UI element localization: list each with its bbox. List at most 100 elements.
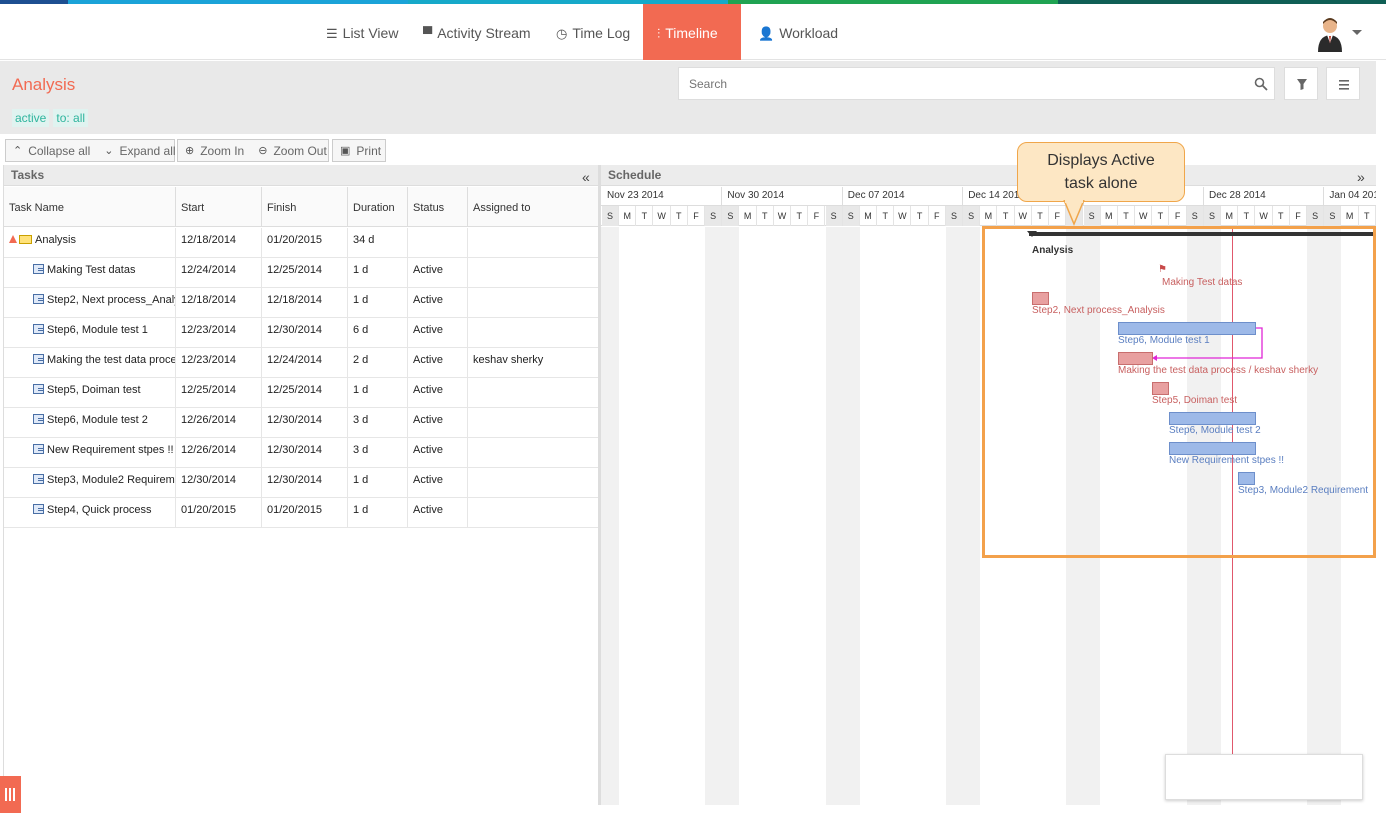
timeline-icon: ⫶	[657, 26, 661, 41]
day-label: M	[619, 206, 637, 226]
start-text: 12/18/2014	[181, 234, 237, 246]
cell-duration: 6 d	[348, 318, 408, 348]
filter-tag-assignee[interactable]: to: all	[53, 109, 89, 127]
collapse-toggle-icon[interactable]	[9, 235, 17, 243]
table-row[interactable]: Making Test datas 12/24/2014 12/25/2014 1 d…	[4, 258, 599, 288]
cell-name: Step6, Module test 2	[4, 408, 176, 438]
table-row[interactable]: Step6, Module test 2 12/26/2014 12/30/2014…	[4, 408, 599, 438]
cell-assigned	[468, 438, 599, 468]
column-header-duration[interactable]: Duration	[348, 187, 408, 227]
name-text: Step4, Quick process	[47, 504, 152, 516]
expand-panel-icon[interactable]: »	[1357, 169, 1365, 185]
finish-text: 01/20/2015	[267, 234, 323, 246]
cell-finish: 12/18/2014	[262, 288, 348, 318]
search-input[interactable]	[678, 67, 1275, 100]
column-header-start[interactable]: Start	[176, 187, 262, 227]
clock-icon: ◷	[556, 26, 568, 41]
duration-text: 3 d	[353, 444, 369, 456]
task-icon	[33, 354, 44, 364]
cell-status	[408, 228, 468, 258]
nav-timeline[interactable]: ⫶ Timeline	[643, 4, 741, 60]
filter-tag-status[interactable]: active	[12, 109, 50, 127]
cell-name: New Requirement stpes !!	[4, 438, 176, 468]
weekend-band	[825, 227, 860, 805]
collapse-all-button[interactable]: ⌃ Collapse all	[6, 144, 97, 158]
filter-button[interactable]	[1284, 67, 1318, 100]
table-row[interactable]: Step2, Next process_Analysis 12/18/2014 12…	[4, 288, 599, 318]
cell-duration: 34 d	[348, 228, 408, 258]
expand-all-button[interactable]: ⌄ Expand all	[97, 144, 182, 158]
side-menu-button[interactable]	[0, 776, 21, 813]
top-navigation: ☰ List View ▀ Activity Stream ◷ Time Log ⫶ T…	[0, 4, 1386, 60]
column-header-status[interactable]: Status	[408, 187, 468, 227]
floating-panel	[1165, 754, 1363, 800]
collapse-expand-group: ⌃ Collapse all ⌄ Expand all	[5, 139, 176, 162]
expand-all-label: Expand all	[119, 143, 176, 158]
table-row[interactable]: Step4, Quick process 01/20/2015 01/20/2015…	[4, 498, 599, 528]
cell-start: 01/20/2015	[176, 498, 262, 528]
column-header-assigned-to[interactable]: Assigned to	[468, 187, 599, 227]
collapse-all-label: Collapse all	[28, 143, 91, 158]
chevron-up-icon: ⌃	[13, 145, 23, 157]
assigned-text: keshav sherky	[473, 354, 544, 366]
finish-text: 12/30/2014	[267, 444, 323, 456]
table-row[interactable]: Step3, Module2 Requirement 12/30/2014 12/3…	[4, 468, 599, 498]
cell-start: 12/25/2014	[176, 378, 262, 408]
week-header-row: Nov 23 2014 Nov 30 2014 Dec 07 2014 Dec 14 …	[601, 187, 1376, 206]
day-label: F	[929, 206, 946, 226]
day-label: T	[1118, 206, 1135, 226]
tasks-panel-title: Tasks	[4, 165, 599, 186]
name-text: Step6, Module test 1	[47, 324, 148, 336]
avatar[interactable]	[1316, 16, 1344, 52]
cell-status: Active	[408, 408, 468, 438]
cell-finish: 01/20/2015	[262, 228, 348, 258]
status-text: Active	[413, 264, 443, 276]
table-row[interactable]: Step6, Module test 1 12/23/2014 12/30/2014…	[4, 318, 599, 348]
chevron-down-icon[interactable]	[1352, 30, 1362, 35]
day-label: T	[1238, 206, 1256, 226]
duration-text: 1 d	[353, 504, 369, 516]
print-button[interactable]: ▣ Print	[333, 144, 388, 158]
table-row[interactable]: Making the test data process 12/23/2014 12…	[4, 348, 599, 378]
column-header-task-name[interactable]: Task Name	[4, 187, 176, 227]
duration-text: 34 d	[353, 234, 375, 246]
cell-start: 12/18/2014	[176, 228, 262, 258]
page-title: Analysis	[12, 75, 76, 94]
collapse-panel-icon[interactable]: «	[582, 169, 590, 185]
day-header-row: SMTWTFSSMTWTFSSMTWTFSSMTWTFSSMTWTFSSMTWT…	[601, 206, 1376, 226]
zoom-out-button[interactable]: ⊖ Zoom Out	[251, 144, 334, 158]
start-text: 12/25/2014	[181, 384, 237, 396]
day-label: T	[1273, 206, 1290, 226]
zoom-in-button[interactable]: ⊕ Zoom In	[178, 144, 251, 158]
table-row[interactable]: Step5, Doiman test 12/25/2014 12/25/2014 1 …	[4, 378, 599, 408]
name-text: Step6, Module test 2	[47, 414, 148, 426]
finish-text: 12/30/2014	[267, 324, 323, 336]
name-text: Making the test data process	[47, 354, 176, 366]
day-label: F	[688, 206, 705, 226]
duration-text: 1 d	[353, 474, 369, 486]
search-icon[interactable]	[1254, 77, 1268, 91]
nav-time-log[interactable]: ◷ Time Log	[542, 4, 644, 60]
cell-duration: 2 d	[348, 348, 408, 378]
column-header-finish[interactable]: Finish	[262, 187, 348, 227]
finish-text: 12/18/2014	[267, 294, 323, 306]
funnel-icon	[1297, 79, 1307, 90]
cell-name: Step2, Next process_Analysis	[4, 288, 176, 318]
print-group: ▣ Print	[332, 139, 386, 162]
day-label: W	[1256, 206, 1273, 226]
day-label: S	[1204, 206, 1221, 226]
menu-button[interactable]	[1326, 67, 1360, 100]
finish-text: 12/25/2014	[267, 384, 323, 396]
nav-activity-stream[interactable]: ▀ Activity Stream	[409, 4, 545, 60]
day-label: T	[1032, 206, 1049, 226]
table-row[interactable]: Analysis 12/18/2014 01/20/2015 34 d	[4, 228, 599, 258]
nav-list-view[interactable]: ☰ List View	[312, 4, 412, 60]
task-icon	[33, 444, 44, 454]
cell-name: Making the test data process	[4, 348, 176, 378]
day-label: W	[894, 206, 912, 226]
day-label: M	[740, 206, 757, 226]
table-row[interactable]: New Requirement stpes !! 12/26/2014 12/30/…	[4, 438, 599, 468]
cell-duration: 1 d	[348, 378, 408, 408]
cell-start: 12/26/2014	[176, 408, 262, 438]
nav-workload[interactable]: 👤 Workload	[744, 4, 852, 60]
